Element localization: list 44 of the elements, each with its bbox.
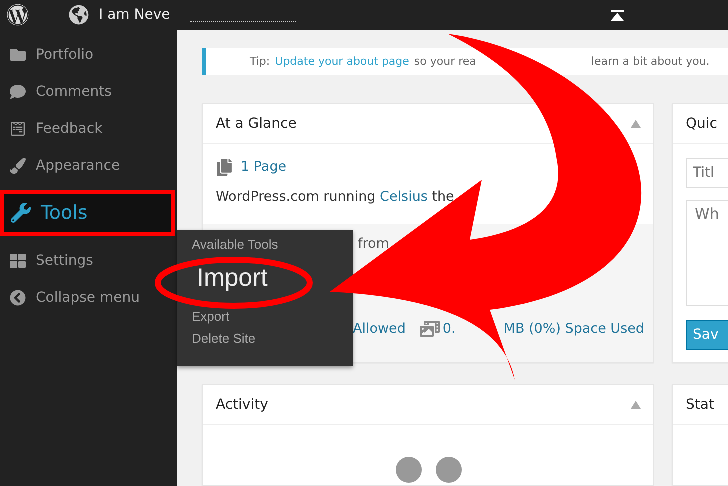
loading-dot <box>436 457 462 483</box>
submenu-item[interactable]: Delete Site <box>192 328 256 350</box>
sidebar-item[interactable]: Tools <box>0 190 175 236</box>
media-icon <box>420 319 440 339</box>
form-icon <box>10 120 26 136</box>
loading-dot <box>396 457 422 483</box>
brush-icon <box>10 158 26 174</box>
card-title: Quic <box>686 116 718 132</box>
tip-text: learn a bit about you. <box>591 55 710 68</box>
sidebar-item[interactable]: Feedback <box>0 110 177 147</box>
sidebar-item[interactable]: Appearance <box>0 147 177 184</box>
save-button[interactable]: Sav <box>686 320 728 350</box>
content-field[interactable]: Wh <box>686 200 728 306</box>
about-page-link[interactable]: Update your about page <box>275 55 410 68</box>
collapse-icon <box>10 290 26 306</box>
sidebar-item[interactable]: Comments <box>0 73 177 110</box>
comment-icon <box>10 84 26 100</box>
globe-icon[interactable] <box>69 5 89 25</box>
submenu-item[interactable]: Available Tools <box>192 234 278 256</box>
site-name[interactable]: I am Neve <box>99 7 170 23</box>
submenu-item[interactable]: Import <box>197 264 268 292</box>
card-title: Stat <box>686 396 714 412</box>
title-field[interactable]: Titl <box>686 158 728 188</box>
pages-link[interactable]: 1 Page <box>241 159 287 175</box>
submenu-item[interactable]: Export <box>192 306 230 328</box>
allowed-text: Allowed <box>353 321 406 337</box>
upload-icon[interactable] <box>611 10 624 20</box>
wrench-icon <box>11 203 31 223</box>
theme-link[interactable]: Celsius <box>380 189 428 205</box>
folder-icon <box>10 46 26 62</box>
sidebar-item[interactable]: Settings <box>0 242 177 279</box>
from-text: from <box>358 236 390 252</box>
tip-label: Tip: <box>250 55 270 68</box>
card-title: Activity <box>216 396 268 412</box>
pages-icon <box>216 158 233 176</box>
card-title: At a Glance <box>216 116 297 132</box>
sidebar-item[interactable]: Collapse menu <box>0 279 177 316</box>
grid-icon <box>10 252 26 268</box>
space-used-text: MB (0%) Space Used <box>504 321 644 337</box>
running-text: WordPress.com running Celsius the <box>216 189 454 205</box>
sidebar-item[interactable]: Portfolio <box>0 36 177 73</box>
space-used-prefix: 0. <box>442 321 456 337</box>
wordpress-logo-icon[interactable] <box>7 4 29 26</box>
tip-text: so your rea <box>414 55 476 68</box>
